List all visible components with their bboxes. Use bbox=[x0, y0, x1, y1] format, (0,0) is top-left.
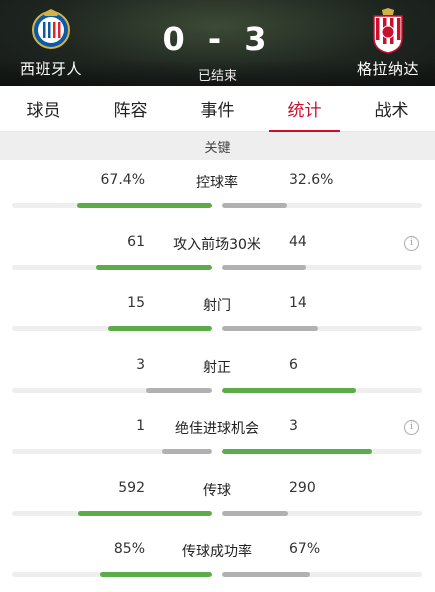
home-bar-track bbox=[12, 572, 212, 577]
away-bar-fill bbox=[222, 572, 310, 577]
away-bar-fill bbox=[222, 326, 318, 331]
away-stat-value: 44 bbox=[289, 233, 307, 250]
home-bar-fill bbox=[162, 449, 212, 454]
stat-name: 传球 bbox=[203, 482, 231, 499]
away-stat-value: 3 bbox=[289, 418, 298, 434]
home-bar-fill bbox=[78, 510, 212, 516]
away-bar-fill bbox=[222, 264, 306, 270]
stat-name: 绝佳进球机会 bbox=[175, 421, 259, 437]
home-bar-fill bbox=[146, 387, 212, 393]
tab-lineup[interactable]: 阵容 bbox=[87, 86, 174, 131]
info-icon[interactable]: i bbox=[404, 420, 419, 435]
tab-tactics[interactable]: 战术 bbox=[348, 86, 435, 131]
home-bar-track bbox=[12, 449, 212, 454]
home-bar-fill bbox=[108, 326, 212, 331]
away-bar-fill bbox=[222, 449, 372, 454]
section-title: 关键 bbox=[0, 132, 435, 160]
home-bar-track bbox=[12, 264, 212, 270]
stat-row: 85% 传球成功率 67% bbox=[0, 529, 435, 591]
match-header: 西班牙人 0 - 3 已结束 格拉纳达 bbox=[0, 0, 435, 86]
home-bar-fill bbox=[77, 203, 212, 208]
stat-row: 61 攻入前场30米 44 i bbox=[0, 222, 435, 284]
away-stat-value: 67% bbox=[289, 541, 321, 557]
away-bar-track bbox=[222, 203, 422, 208]
away-bar-track bbox=[222, 264, 422, 270]
home-bar-track bbox=[12, 326, 212, 331]
home-bar-track bbox=[12, 203, 212, 208]
away-stat-value: 6 bbox=[289, 356, 298, 373]
away-stat-value: 32.6% bbox=[289, 172, 334, 188]
home-bar-fill bbox=[96, 264, 212, 270]
tab-label: 事件 bbox=[200, 101, 235, 121]
away-stat-value: 14 bbox=[289, 295, 307, 311]
away-bar-fill bbox=[222, 203, 288, 208]
away-bar-fill bbox=[222, 387, 356, 393]
away-bar-fill bbox=[222, 510, 288, 516]
stats-list: 67.4% 控球率 32.6% 61 攻入前场30米 44 i 15 射门 14 bbox=[0, 160, 435, 591]
tab-players[interactable]: 球员 bbox=[0, 86, 87, 131]
tab-label: 阵容 bbox=[113, 101, 148, 121]
away-bar-track bbox=[222, 387, 422, 393]
away-bar-track bbox=[222, 326, 422, 331]
home-bar-track bbox=[12, 510, 212, 516]
stat-row: 15 射门 14 bbox=[0, 283, 435, 345]
stat-row: 3 射正 6 bbox=[0, 345, 435, 407]
home-bar-track bbox=[12, 387, 212, 393]
stat-name: 控球率 bbox=[196, 175, 238, 191]
tab-bar: 球员 阵容 事件 统计 战术 bbox=[0, 86, 435, 132]
stat-name: 攻入前场30米 bbox=[173, 236, 261, 253]
stat-name: 射正 bbox=[203, 359, 231, 376]
tab-events[interactable]: 事件 bbox=[174, 86, 261, 131]
stat-name: 传球成功率 bbox=[182, 544, 252, 560]
info-icon[interactable]: i bbox=[404, 235, 419, 251]
tab-label: 统计 bbox=[287, 101, 322, 121]
away-bar-track bbox=[222, 449, 422, 454]
away-bar-track bbox=[222, 572, 422, 577]
stat-row: 592 传球 290 bbox=[0, 468, 435, 530]
granada-crest-icon bbox=[373, 8, 403, 54]
tab-stats[interactable]: 统计 bbox=[261, 86, 348, 132]
stat-row: 1 绝佳进球机会 3 i bbox=[0, 406, 435, 468]
tab-label: 战术 bbox=[374, 101, 409, 121]
away-team[interactable]: 格拉纳达 bbox=[333, 8, 435, 79]
tab-label: 球员 bbox=[26, 101, 61, 121]
stat-name: 射门 bbox=[203, 298, 231, 314]
away-bar-track bbox=[222, 510, 422, 516]
away-team-name: 格拉纳达 bbox=[356, 60, 419, 78]
home-bar-fill bbox=[100, 572, 212, 577]
stat-row: 67.4% 控球率 32.6% bbox=[0, 160, 435, 222]
away-stat-value: 290 bbox=[289, 479, 316, 496]
